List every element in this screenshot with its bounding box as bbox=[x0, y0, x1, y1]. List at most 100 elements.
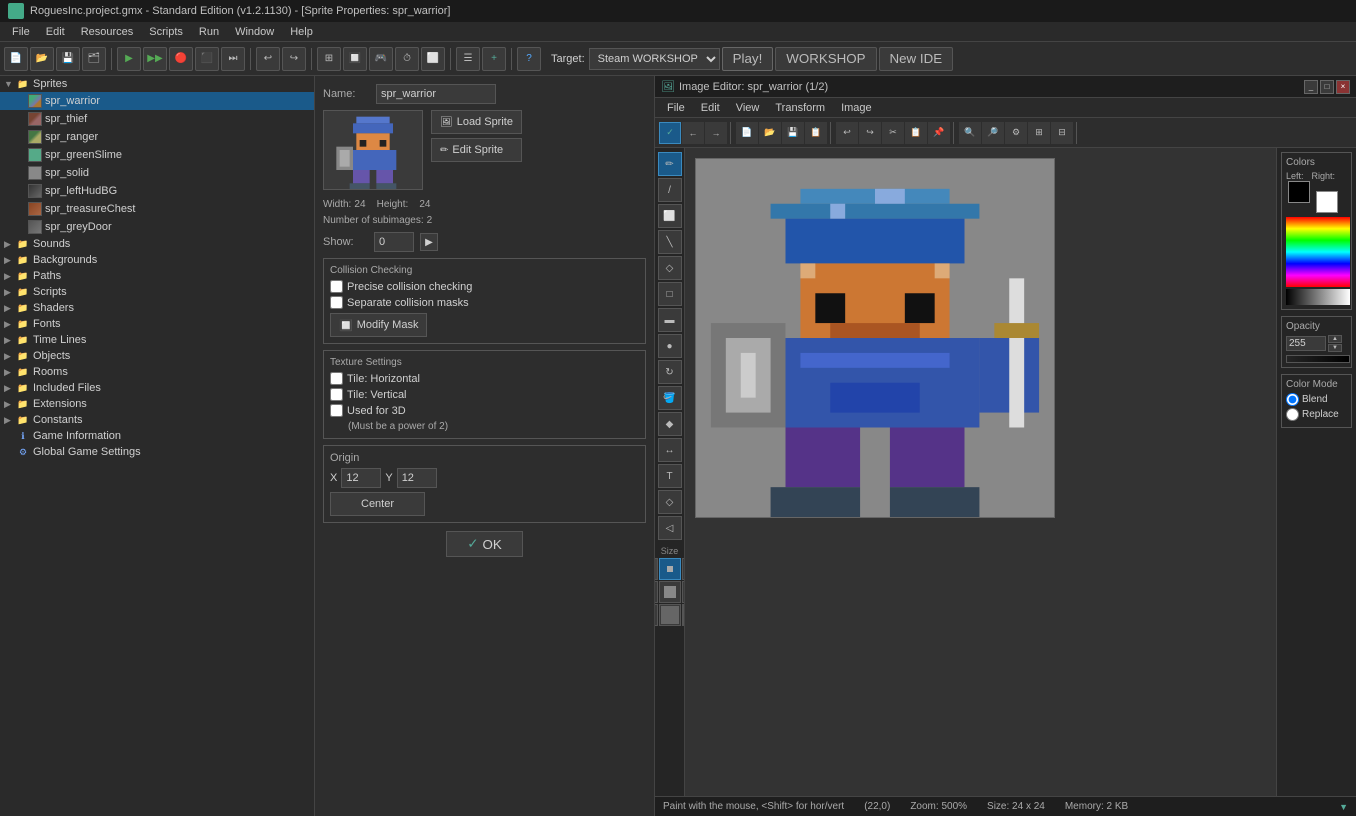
timelines-expand-icon[interactable]: ▶ bbox=[4, 335, 14, 346]
tb-gamepad-button[interactable]: 🎮 bbox=[369, 47, 393, 71]
tool-mirror[interactable]: ↔ bbox=[658, 438, 682, 462]
paths-expand-icon[interactable]: ▶ bbox=[4, 271, 14, 282]
tree-item-spr-ranger[interactable]: spr_ranger bbox=[0, 128, 314, 146]
tile-h-checkbox[interactable] bbox=[330, 372, 343, 385]
fonts-expand-icon[interactable]: ▶ bbox=[4, 319, 14, 330]
center-button[interactable]: Center bbox=[330, 492, 425, 516]
menu-window[interactable]: Window bbox=[227, 24, 282, 40]
tool-select-box[interactable]: □ bbox=[658, 282, 682, 306]
tree-global-settings[interactable]: ⚙ Global Game Settings bbox=[0, 444, 314, 460]
tool-select-diamond[interactable]: ◇ bbox=[658, 256, 682, 280]
ie-tb-redo-btn[interactable]: ↪ bbox=[859, 122, 881, 144]
tree-objects-group[interactable]: ▶ 📁 Objects bbox=[0, 348, 314, 364]
tool-eraser[interactable]: ⬜ bbox=[658, 204, 682, 228]
backgrounds-expand-icon[interactable]: ▶ bbox=[4, 255, 14, 266]
tool-color-pick[interactable]: ◇ bbox=[658, 490, 682, 514]
tb-new-button[interactable]: 📄 bbox=[4, 47, 28, 71]
tree-scripts-group[interactable]: ▶ 📁 Scripts bbox=[0, 284, 314, 300]
right-color-swatch[interactable] bbox=[1316, 191, 1338, 213]
tb-run-compile-button[interactable]: 🔴 bbox=[169, 47, 193, 71]
size-7x7[interactable] bbox=[655, 604, 658, 626]
tree-shaders-group[interactable]: ▶ 📁 Shaders bbox=[0, 300, 314, 316]
tree-item-spr-thief[interactable]: spr_thief bbox=[0, 110, 314, 128]
shaders-expand-icon[interactable]: ▶ bbox=[4, 303, 14, 314]
tool-fill-rect[interactable]: ▬ bbox=[658, 308, 682, 332]
tool-pencil[interactable]: ✏ bbox=[658, 152, 682, 176]
tree-paths-group[interactable]: ▶ 📁 Paths bbox=[0, 268, 314, 284]
used-3d-checkbox[interactable] bbox=[330, 404, 343, 417]
ie-tb-accept-btn[interactable]: ✓ bbox=[659, 122, 681, 144]
ie-menu-transform[interactable]: Transform bbox=[767, 100, 833, 116]
tb-save-button[interactable]: 💾 bbox=[56, 47, 80, 71]
ie-tb-zoom-in-btn[interactable]: 🔍 bbox=[959, 122, 981, 144]
show-arrow-up[interactable]: ▶ bbox=[420, 233, 438, 251]
tool-fill-circle[interactable]: ● bbox=[658, 334, 682, 358]
menu-file[interactable]: File bbox=[4, 24, 38, 40]
menu-run[interactable]: Run bbox=[191, 24, 227, 40]
menu-help[interactable]: Help bbox=[282, 24, 321, 40]
ie-tb-save-btn[interactable]: 💾 bbox=[782, 122, 804, 144]
tb-run-debug-button[interactable]: ▶▶ bbox=[143, 47, 167, 71]
tool-select-line[interactable]: ╲ bbox=[658, 230, 682, 254]
tree-item-spr-warrior[interactable]: spr_warrior bbox=[0, 92, 314, 110]
menu-edit[interactable]: Edit bbox=[38, 24, 73, 40]
ie-tb-settings-btn[interactable]: ⚙ bbox=[1005, 122, 1027, 144]
load-sprite-button[interactable]: 🖼 Load Sprite bbox=[431, 110, 522, 134]
separate-masks-checkbox[interactable] bbox=[330, 296, 343, 309]
size-5x5[interactable] bbox=[659, 581, 681, 603]
tree-sprites-group[interactable]: ▼ 📁 Sprites bbox=[0, 76, 314, 92]
tb-step-button[interactable]: ⏭ bbox=[221, 47, 245, 71]
size-1x1[interactable] bbox=[655, 558, 658, 580]
ie-tb-export-btn[interactable]: 📋 bbox=[805, 122, 827, 144]
tb-stop-button[interactable]: ⬛ bbox=[195, 47, 219, 71]
rooms-expand-icon[interactable]: ▶ bbox=[4, 367, 14, 378]
scripts-expand-icon[interactable]: ▶ bbox=[4, 287, 14, 298]
ie-menu-file[interactable]: File bbox=[659, 100, 693, 116]
play-button[interactable]: Play! bbox=[722, 47, 774, 71]
tb-grid-button[interactable]: ⊞ bbox=[317, 47, 341, 71]
objects-expand-icon[interactable]: ▶ bbox=[4, 351, 14, 362]
opacity-bar[interactable] bbox=[1286, 355, 1350, 363]
tb-add-button[interactable]: + bbox=[482, 47, 506, 71]
ie-tb-back-btn[interactable]: ← bbox=[682, 122, 704, 144]
hue-gradient[interactable] bbox=[1286, 217, 1350, 287]
tree-item-spr-solid[interactable]: spr_solid bbox=[0, 164, 314, 182]
menu-resources[interactable]: Resources bbox=[73, 24, 142, 40]
tb-box-button[interactable]: ⬜ bbox=[421, 47, 445, 71]
tb-save-all-button[interactable]: 🗂 bbox=[82, 47, 106, 71]
tb-undo-button[interactable]: ↩ bbox=[256, 47, 280, 71]
target-dropdown[interactable]: Steam WORKSHOP bbox=[589, 48, 720, 70]
tb-open-button[interactable]: 📂 bbox=[30, 47, 54, 71]
main-canvas[interactable] bbox=[695, 158, 1055, 518]
tb-clock-button[interactable]: ⏱ bbox=[395, 47, 419, 71]
ie-menu-view[interactable]: View bbox=[728, 100, 768, 116]
ie-menu-edit[interactable]: Edit bbox=[693, 100, 728, 116]
tree-rooms-group[interactable]: ▶ 📁 Rooms bbox=[0, 364, 314, 380]
ie-tb-zoom-reset-btn[interactable]: ⊟ bbox=[1051, 122, 1073, 144]
size-8x8[interactable] bbox=[659, 604, 681, 626]
edit-sprite-button[interactable]: ✏ Edit Sprite bbox=[431, 138, 522, 162]
ie-tb-open-btn[interactable]: 📂 bbox=[759, 122, 781, 144]
tool-flood-fill[interactable]: 🪣 bbox=[658, 386, 682, 410]
tree-item-spr-greenslime[interactable]: spr_greenSlime bbox=[0, 146, 314, 164]
sprites-expand-icon[interactable]: ▼ bbox=[4, 79, 14, 89]
tb-snap-button[interactable]: 🔲 bbox=[343, 47, 367, 71]
name-input[interactable] bbox=[376, 84, 496, 104]
tree-item-spr-lefthud[interactable]: spr_leftHudBG bbox=[0, 182, 314, 200]
tree-sounds-group[interactable]: ▶ 📁 Sounds bbox=[0, 236, 314, 252]
ie-tb-new-btn[interactable]: 📄 bbox=[736, 122, 758, 144]
origin-x-input[interactable] bbox=[341, 468, 381, 488]
ie-tb-cut-btn[interactable]: ✂ bbox=[882, 122, 904, 144]
tb-help-button[interactable]: ? bbox=[517, 47, 541, 71]
opacity-input[interactable] bbox=[1286, 336, 1326, 351]
ie-tb-paste-btn[interactable]: 📌 bbox=[928, 122, 950, 144]
tile-v-checkbox[interactable] bbox=[330, 388, 343, 401]
tb-list-button[interactable]: ☰ bbox=[456, 47, 480, 71]
close-button[interactable]: × bbox=[1336, 80, 1350, 94]
ie-tb-zoom-out-btn[interactable]: 🔎 bbox=[982, 122, 1004, 144]
included-expand-icon[interactable]: ▶ bbox=[4, 383, 14, 394]
new-ide-button[interactable]: New IDE bbox=[879, 47, 954, 71]
tree-extensions-group[interactable]: ▶ 📁 Extensions bbox=[0, 396, 314, 412]
tree-constants-group[interactable]: ▶ 📁 Constants bbox=[0, 412, 314, 428]
show-input[interactable] bbox=[374, 232, 414, 252]
